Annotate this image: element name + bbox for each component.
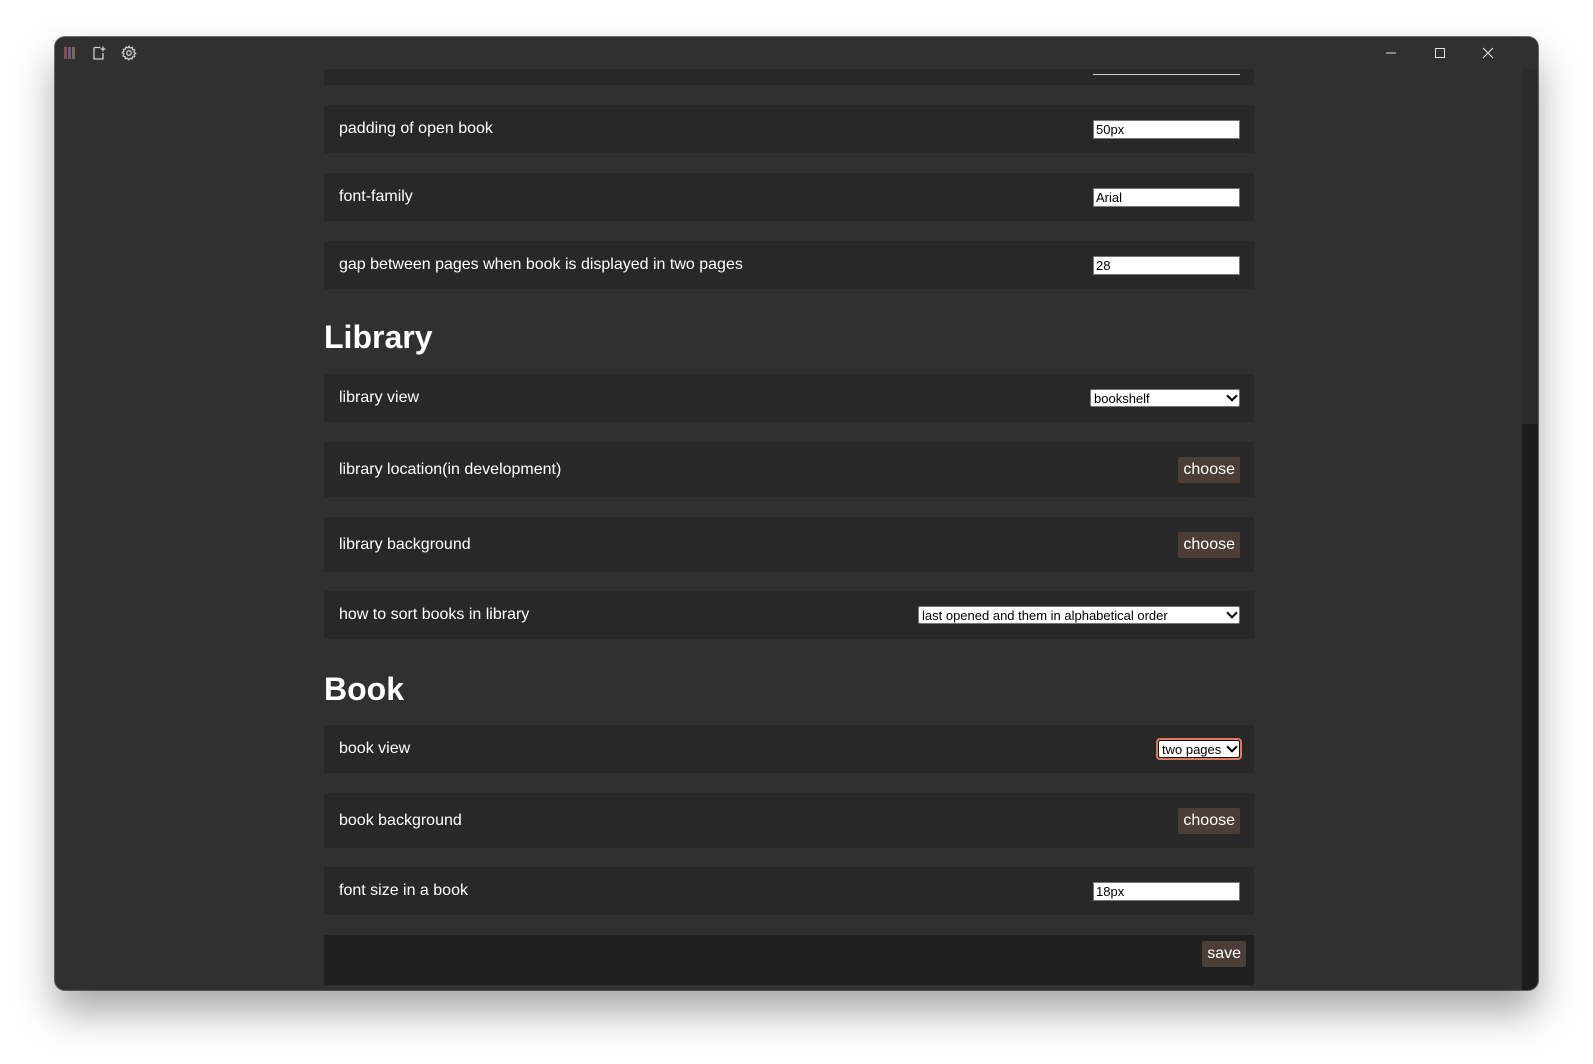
library-sort-label: how to sort books in library	[339, 606, 530, 623]
font-family-input[interactable]	[1093, 187, 1240, 207]
font-size-input[interactable]	[1093, 881, 1240, 901]
setting-row-library-sort: how to sort books in library last opened…	[324, 591, 1254, 639]
setting-row-book-background: book background choose	[324, 793, 1254, 848]
setting-row-library-background: library background choose	[324, 517, 1254, 572]
chevron-down-icon	[1226, 741, 1238, 753]
library-view-value: bookshelf	[1094, 390, 1150, 406]
setting-row-library-location: library location(in development) choose	[324, 442, 1254, 497]
library-location-label: library location(in development)	[339, 460, 562, 478]
page-gap-label: gap between pages when book is displayed…	[339, 256, 743, 273]
minimize-icon[interactable]	[1367, 37, 1415, 69]
padding-input[interactable]	[1093, 119, 1240, 139]
save-button[interactable]: save	[1202, 941, 1246, 967]
library-sort-select[interactable]: last opened and them in alphabetical ord…	[918, 606, 1240, 624]
settings-content: padding of open book font-family gap bet…	[55, 69, 1522, 990]
save-footer: save	[324, 935, 1254, 985]
book-view-select[interactable]: two pages	[1156, 738, 1242, 760]
scrollbar-thumb[interactable]	[1522, 69, 1538, 424]
book-heading: Book	[324, 671, 404, 707]
library-view-label: library view	[339, 389, 420, 406]
maximize-icon[interactable]	[1416, 37, 1464, 69]
settings-row-clipped	[324, 69, 1254, 85]
book-view-label: book view	[339, 740, 411, 757]
chevron-down-icon	[1226, 607, 1238, 619]
close-icon[interactable]	[1464, 37, 1512, 69]
add-book-icon[interactable]	[90, 44, 108, 62]
padding-label: padding of open book	[339, 120, 493, 137]
titlebar	[55, 37, 1538, 69]
setting-row-page-gap: gap between pages when book is displayed…	[324, 241, 1254, 289]
font-family-label: font-family	[339, 188, 413, 205]
scrollbar[interactable]	[1522, 69, 1538, 990]
setting-row-padding: padding of open book	[324, 105, 1254, 153]
setting-row-font-size: font size in a book	[324, 867, 1254, 915]
page-gap-input[interactable]	[1093, 255, 1240, 275]
app-window: padding of open book font-family gap bet…	[55, 37, 1538, 990]
settings-gear-icon[interactable]	[120, 44, 138, 62]
book-background-label: book background	[339, 811, 462, 829]
setting-row-book-view: book view two pages	[324, 725, 1254, 773]
library-background-label: library background	[339, 535, 471, 553]
book-background-choose-button[interactable]: choose	[1178, 807, 1240, 834]
library-heading: Library	[324, 319, 433, 355]
library-icon[interactable]	[61, 44, 79, 62]
library-location-choose-button[interactable]: choose	[1178, 456, 1240, 483]
library-background-choose-button[interactable]: choose	[1178, 531, 1240, 558]
book-view-value: two pages	[1162, 741, 1222, 757]
setting-row-font-family: font-family	[324, 173, 1254, 221]
chevron-down-icon	[1226, 390, 1238, 402]
font-size-label: font size in a book	[339, 882, 468, 899]
setting-row-library-view: library view bookshelf	[324, 374, 1254, 422]
library-sort-value: last opened and them in alphabetical ord…	[922, 607, 1168, 623]
clipped-row-input[interactable]	[1093, 73, 1240, 75]
library-view-select[interactable]: bookshelf	[1090, 389, 1240, 407]
